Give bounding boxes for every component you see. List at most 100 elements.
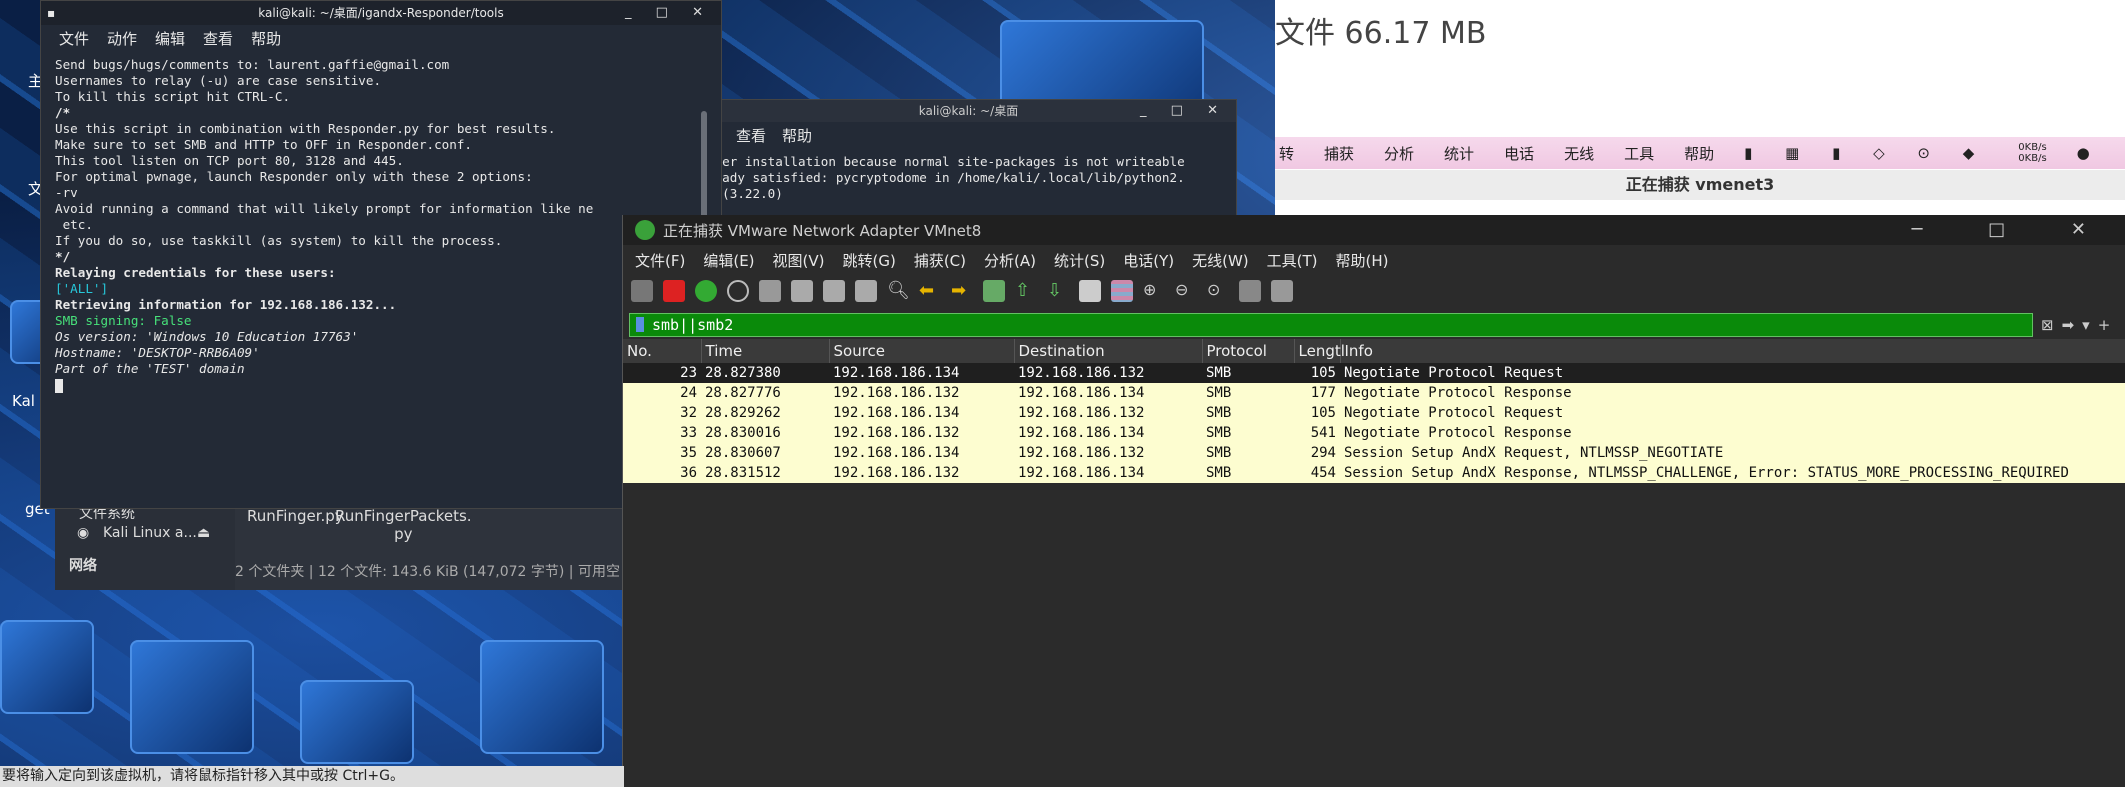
start-capture-icon[interactable]: [631, 280, 653, 302]
menu-item-file[interactable]: 文件(F): [635, 250, 685, 271]
menu-item-view[interactable]: 查看: [203, 28, 233, 49]
file-manager-window[interactable]: 文件系统 ◉ Kali Linux a... ⏏ 网络 RunFinger.py…: [55, 495, 625, 590]
zoom-reset-icon[interactable]: ⊙: [1207, 280, 1229, 302]
status-bar: 2 个文件夹 | 12 个文件: 143.6 KiB (147,072 字节) …: [235, 564, 620, 580]
menu-item[interactable]: 统计: [1444, 143, 1474, 164]
go-to-packet-icon[interactable]: [983, 280, 1005, 302]
menu-item-capture[interactable]: 捕获(C): [914, 250, 966, 271]
terminal-output[interactable]: Send bugs/hugs/comments to: laurent.gaff…: [41, 51, 721, 393]
background-app-window: 文件 66.17 MB 转 捕获 分析 统计 电话 无线 工具 帮助 ▮ ▦ ▮…: [1275, 0, 2125, 215]
first-packet-icon[interactable]: ⇧: [1015, 280, 1037, 302]
terminal-titlebar[interactable]: kali@kali: ~/桌面 _ □ ✕: [701, 100, 1236, 122]
restart-capture-icon[interactable]: [695, 280, 717, 302]
menu-item-telephony[interactable]: 电话(Y): [1123, 250, 1174, 271]
hat-icon: ●: [2076, 144, 2090, 162]
packet-list: No. Time Source Destination Protocol Len…: [623, 339, 2125, 783]
file-item[interactable]: RunFingerPackets. py: [335, 507, 472, 543]
eject-icon[interactable]: ⏏: [197, 525, 210, 541]
column-header-time[interactable]: Time: [701, 339, 830, 363]
menu-item[interactable]: 工具: [1624, 143, 1654, 164]
menu-item-file[interactable]: 文件: [59, 28, 89, 49]
terminal-window-2[interactable]: kali@kali: ~/桌面 _ □ ✕ 辑 查看 帮助 user insta…: [700, 99, 1237, 221]
window-controls[interactable]: _ □ ✕: [1140, 100, 1228, 122]
column-header-source[interactable]: Source: [829, 339, 1015, 363]
menu-item[interactable]: 无线: [1564, 143, 1594, 164]
wireshark-titlebar[interactable]: 正在捕获 VMware Network Adapter VMnet8 ─ □ ✕: [623, 215, 2125, 245]
column-header-info[interactable]: Info: [1340, 339, 2125, 363]
menu-item-help[interactable]: 帮助(H): [1336, 250, 1389, 271]
column-header-destination[interactable]: Destination: [1014, 339, 1203, 363]
packet-list-header: No. Time Source Destination Protocol Len…: [623, 339, 2125, 363]
menu-item-tools[interactable]: 工具(T): [1267, 250, 1318, 271]
menu-item[interactable]: 捕获: [1324, 143, 1354, 164]
menu-item-go[interactable]: 跳转(G): [843, 250, 896, 271]
network-speed: 0KB/s 0KB/s: [2018, 142, 2047, 164]
menu-item-help[interactable]: 帮助: [251, 28, 281, 49]
capture-options-icon[interactable]: [727, 280, 749, 302]
packet-row[interactable]: 35 28.830607 192.168.186.134 192.168.186.13…: [623, 443, 2125, 463]
menu-item-wireless[interactable]: 无线(W): [1192, 250, 1249, 271]
file-size-text: 文件 66.17 MB: [1275, 16, 1487, 51]
menu-item-view[interactable]: 查看: [736, 125, 766, 146]
menu-item-help[interactable]: 帮助: [782, 125, 812, 146]
menu-item-action[interactable]: 动作: [107, 28, 137, 49]
wireshark-window[interactable]: 正在捕获 VMware Network Adapter VMnet8 ─ □ ✕…: [622, 215, 2125, 787]
menu-item-analyze[interactable]: 分析(A): [984, 250, 1036, 271]
last-packet-icon[interactable]: ⇩: [1047, 280, 1069, 302]
close-file-icon[interactable]: [823, 280, 845, 302]
packet-row[interactable]: 32 28.829262 192.168.186.134 192.168.186.13…: [623, 403, 2125, 423]
menu-item-edit[interactable]: 编辑: [155, 28, 185, 49]
zoom-in-icon[interactable]: ⊕: [1143, 280, 1165, 302]
packet-row[interactable]: 33 28.830016 192.168.186.132 192.168.186.13…: [623, 423, 2125, 443]
desktop-icon-label[interactable]: Kal: [12, 392, 35, 410]
apply-filter-icon[interactable]: ➡: [2062, 316, 2075, 334]
wireshark-fin-icon: [635, 220, 655, 240]
zoom-out-icon[interactable]: ⊖: [1175, 280, 1197, 302]
vm-input-hint: 要将输入定向到该虚拟机，请将鼠标指针移入其中或按 Ctrl+G。: [0, 766, 624, 787]
sidebar-item-kali[interactable]: Kali Linux a...: [103, 525, 197, 541]
desktop-decoration: [300, 680, 414, 764]
column-header-length[interactable]: Lengtl: [1294, 339, 1345, 363]
display-filter-row: smb||smb2 ⊠ ➡ ▾ +: [623, 311, 2125, 339]
column-header-no[interactable]: No.: [623, 339, 702, 363]
menu-item[interactable]: 分析: [1384, 143, 1414, 164]
open-file-icon[interactable]: [759, 280, 781, 302]
clear-filter-icon[interactable]: ⊠: [2041, 316, 2054, 334]
window-controls[interactable]: ─ □ ✕: [1912, 219, 2116, 240]
column-header-protocol[interactable]: Protocol: [1202, 339, 1295, 363]
terminal-output[interactable]: user installation because normal site-pa…: [701, 148, 1236, 202]
file-list: RunFinger.py RunFingerPackets. py 2 个文件夹…: [235, 495, 625, 590]
layout-icon[interactable]: [1271, 280, 1293, 302]
menu-item[interactable]: 电话: [1504, 143, 1534, 164]
menu-item[interactable]: 帮助: [1684, 143, 1714, 164]
menu-item-statistics[interactable]: 统计(S): [1054, 250, 1105, 271]
menu-item[interactable]: 转: [1279, 143, 1294, 164]
packet-row[interactable]: 36 28.831512 192.168.186.132 192.168.186.13…: [623, 463, 2125, 483]
search-icon[interactable]: 🔍︎: [887, 280, 910, 302]
resize-columns-icon[interactable]: [1239, 280, 1261, 302]
reload-file-icon[interactable]: [855, 280, 877, 302]
stop-capture-icon[interactable]: [663, 280, 685, 302]
display-filter-input[interactable]: smb||smb2: [629, 313, 2033, 337]
go-forward-icon[interactable]: ➡: [951, 280, 973, 302]
disk-icon: ◉: [77, 525, 90, 541]
packet-row[interactable]: 24 28.827776 192.168.186.132 192.168.186.13…: [623, 383, 2125, 403]
save-file-icon[interactable]: [791, 280, 813, 302]
tray-icons: ▮ ▦ ▮ ◇ ⊙ ◆: [1744, 144, 1989, 162]
add-filter-icon[interactable]: +: [2098, 316, 2111, 334]
filter-dropdown-icon[interactable]: ▾: [2082, 316, 2090, 334]
packet-list-empty-area[interactable]: [623, 483, 2125, 783]
terminal-titlebar[interactable]: ▪ kali@kali: ~/桌面/igandx-Responder/tools…: [41, 1, 721, 25]
terminal-window-1[interactable]: ▪ kali@kali: ~/桌面/igandx-Responder/tools…: [40, 0, 722, 509]
menu-item-view[interactable]: 视图(V): [773, 250, 825, 271]
menu-item-edit[interactable]: 编辑(E): [703, 250, 754, 271]
file-manager-sidebar: 文件系统 ◉ Kali Linux a... ⏏ 网络: [55, 495, 230, 590]
bookmark-icon[interactable]: [636, 317, 644, 332]
packet-row[interactable]: 23 28.827380 192.168.186.134 192.168.186.13…: [623, 363, 2125, 383]
go-back-icon[interactable]: ⬅: [919, 280, 941, 302]
window-controls[interactable]: _ □ ✕: [625, 1, 713, 25]
colorize-icon[interactable]: [1111, 280, 1133, 302]
terminal-menubar: 辑 查看 帮助: [701, 122, 1236, 148]
autoscroll-icon[interactable]: [1079, 280, 1101, 302]
file-item[interactable]: RunFinger.py: [247, 507, 344, 525]
